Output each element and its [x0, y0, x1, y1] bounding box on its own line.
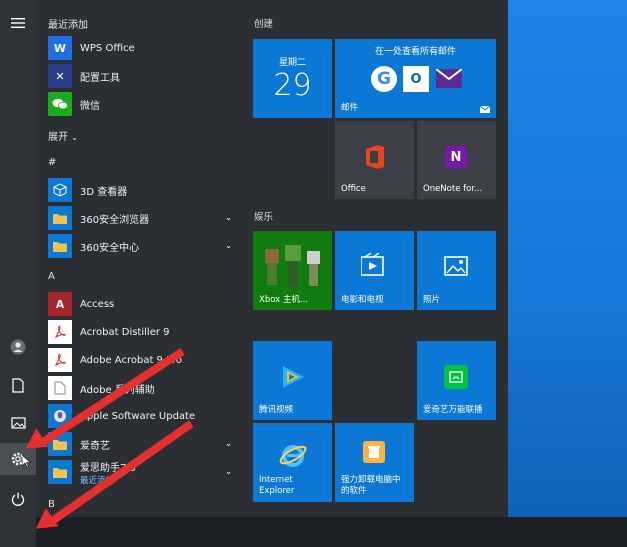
xbox-characters-icon	[265, 245, 320, 287]
mail-tile-title: 在一处查看所有邮件	[374, 47, 456, 57]
tile-label: 照片	[423, 295, 441, 305]
onenote-icon: N	[445, 146, 467, 168]
app-label: 360安全浏览器	[80, 214, 150, 226]
tile-iqiyi-cast[interactable]: 爱奇艺万能联播	[417, 341, 496, 420]
google-icon: G	[371, 66, 397, 92]
app-item-config-tool[interactable]: ✕ 配置工具	[48, 62, 238, 90]
group-header-recent: 最近添加	[48, 20, 88, 31]
access-icon: A	[48, 292, 72, 316]
picture-icon	[10, 417, 26, 429]
tile-group-entertainment-label: 娱乐	[254, 212, 274, 223]
outlook-icon: O	[403, 66, 429, 92]
document-icon	[12, 377, 24, 393]
app-label: 爱奇艺	[80, 440, 110, 452]
app-label: 3D 查看器	[80, 186, 128, 198]
film-play-icon	[361, 253, 384, 276]
folder-icon	[48, 234, 72, 258]
pdf-icon	[48, 320, 72, 344]
app-item-wechat[interactable]: 微信	[48, 90, 238, 118]
hamburger-icon	[11, 18, 25, 28]
tile-group-create: 创建	[254, 19, 274, 30]
power-icon	[11, 492, 25, 506]
expand-link[interactable]: 展开 ⌄	[48, 128, 78, 143]
tile-label: Internet Explorer	[259, 475, 294, 497]
chevron-down-icon: ⌄	[225, 439, 232, 448]
file-icon	[48, 376, 72, 400]
chevron-down-icon: ⌄	[225, 467, 232, 476]
tile-area: 创建 星期二 29 在一处查看所有邮件 G O 邮件 Office N OneN…	[242, 0, 508, 517]
app-item-360-security[interactable]: 360安全中心 ⌄	[48, 232, 238, 260]
app-label: 微信	[80, 100, 100, 112]
app-item-adobe-acrobat[interactable]: Adobe Acrobat 9 Pro	[48, 346, 238, 374]
chevron-down-icon: ⌄	[225, 241, 232, 250]
app-label: Apple Software Update	[80, 410, 196, 422]
wechat-icon	[48, 92, 72, 116]
pdf-icon	[48, 348, 72, 372]
tile-tencent-video[interactable]: 腾讯视频	[253, 341, 332, 420]
tile-office[interactable]: Office	[335, 121, 414, 199]
start-left-rail	[0, 0, 36, 547]
envelope-icon	[436, 69, 462, 88]
mouse-cursor-icon	[22, 455, 31, 468]
tile-label: 腾讯视频	[259, 405, 294, 415]
office-icon	[366, 145, 384, 169]
user-avatar-icon	[10, 339, 26, 355]
expand-label: 展开	[48, 132, 68, 143]
wps-icon: W	[48, 36, 72, 60]
tile-label: OneNote for...	[423, 184, 483, 194]
tile-label: 强力卸载电脑中 的软件	[341, 475, 401, 497]
tools-icon: ✕	[48, 64, 72, 88]
tile-movies-tv[interactable]: 电影和电视	[335, 231, 414, 310]
app-label: Acrobat Distiller 9	[80, 326, 170, 338]
tile-calendar[interactable]: 星期二 29	[253, 39, 332, 118]
chevron-down-icon: ⌄	[225, 213, 232, 222]
tile-label-line2: 的软件	[341, 486, 367, 496]
cube-icon	[48, 178, 72, 202]
documents-button[interactable]	[0, 370, 36, 400]
tile-label: Xbox 主机...	[259, 295, 308, 305]
uninstaller-icon	[363, 441, 385, 463]
user-account-button[interactable]	[0, 332, 36, 362]
group-header-hash: #	[48, 157, 57, 168]
app-label: WPS Office	[80, 42, 135, 54]
tile-label: 爱奇艺万能联播	[423, 405, 483, 415]
group-header-b: B	[48, 499, 55, 510]
calendar-day: 星期二	[278, 58, 306, 68]
app-label: 360安全中心	[80, 242, 140, 254]
tile-mail[interactable]: 在一处查看所有邮件 G O 邮件	[335, 39, 496, 118]
folder-icon	[48, 206, 72, 230]
app-label: 配置工具	[80, 72, 120, 84]
iqiyi-cast-icon	[444, 365, 468, 389]
power-button[interactable]	[0, 484, 36, 514]
app-item-360-browser[interactable]: 360安全浏览器 ⌄	[48, 204, 238, 232]
tile-label: 邮件	[341, 103, 359, 113]
mail-badge-icon	[480, 106, 490, 113]
desktop-background	[508, 0, 627, 547]
tile-label-line1: Internet	[259, 475, 293, 485]
ie-icon	[279, 445, 307, 467]
app-list: 最近添加 W WPS Office ✕ 配置工具 微信 展开 ⌄ # 3D 查看…	[36, 0, 242, 517]
tile-label: Office	[341, 184, 366, 194]
app-item-acrobat-distiller[interactable]: Acrobat Distiller 9	[48, 318, 238, 346]
group-header-a: A	[48, 271, 55, 282]
tile-photos[interactable]: 照片	[417, 231, 496, 310]
app-item-access[interactable]: A Access	[48, 290, 238, 318]
hamburger-menu-button[interactable]	[0, 8, 36, 38]
tile-xbox[interactable]: Xbox 主机...	[253, 231, 332, 310]
taskbar	[0, 517, 627, 547]
tile-label-line2: Explorer	[259, 486, 295, 496]
photo-icon	[444, 256, 468, 276]
tile-internet-explorer[interactable]: Internet Explorer	[253, 423, 332, 502]
app-item-wps[interactable]: W WPS Office	[48, 34, 238, 62]
folder-icon	[48, 460, 72, 484]
calendar-date: 29	[273, 68, 312, 103]
tile-label: 电影和电视	[341, 295, 384, 305]
tile-onenote[interactable]: N OneNote for...	[417, 121, 496, 199]
app-label: Access	[80, 298, 115, 310]
tile-uninstaller[interactable]: 强力卸载电脑中 的软件	[335, 423, 414, 502]
tile-label-line1: 强力卸载电脑中	[341, 475, 401, 485]
app-item-3d-viewer[interactable]: 3D 查看器	[48, 176, 238, 204]
chevron-down-icon: ⌄	[71, 133, 78, 142]
tencent-video-icon	[283, 366, 304, 388]
